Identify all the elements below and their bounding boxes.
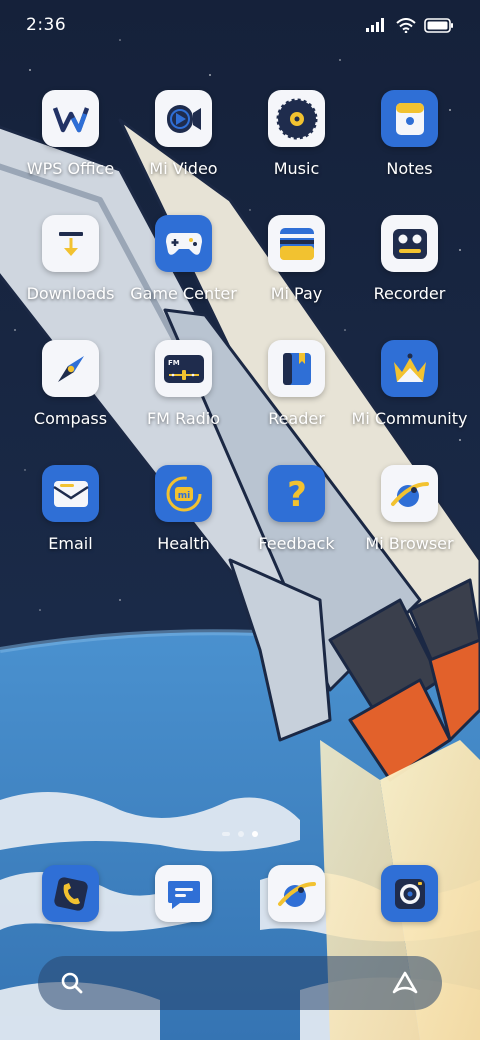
fm-radio-icon[interactable]: FM: [155, 340, 212, 397]
app-downloads[interactable]: Downloads: [14, 215, 127, 340]
app-wps-office[interactable]: WPS Office: [14, 90, 127, 215]
app-compass[interactable]: Compass: [14, 340, 127, 465]
app-label: Mi Community: [351, 409, 468, 428]
compass-icon[interactable]: [42, 340, 99, 397]
dock-camera[interactable]: [353, 865, 466, 922]
search-bar[interactable]: [38, 956, 442, 1010]
assistant-icon[interactable]: [390, 970, 420, 996]
phone-icon[interactable]: [42, 865, 99, 922]
notes-icon[interactable]: [381, 90, 438, 147]
app-label: FM Radio: [146, 409, 221, 428]
app-grid: WPS Office Mi Video Music Notes Download…: [14, 90, 468, 590]
app-recorder[interactable]: Recorder: [353, 215, 466, 340]
app-label: Recorder: [373, 284, 446, 303]
mi-pay-icon[interactable]: [268, 215, 325, 272]
app-label: WPS Office: [26, 159, 115, 178]
app-music[interactable]: Music: [240, 90, 353, 215]
page-dot-3[interactable]: [252, 831, 258, 837]
app-feedback[interactable]: ? Feedback: [240, 465, 353, 590]
music-icon[interactable]: [268, 90, 325, 147]
email-icon[interactable]: [42, 465, 99, 522]
app-mi-video[interactable]: Mi Video: [127, 90, 240, 215]
app-label: Mi Pay: [270, 284, 323, 303]
dock-browser[interactable]: [240, 865, 353, 922]
reader-icon[interactable]: [268, 340, 325, 397]
downloads-icon[interactable]: [42, 215, 99, 272]
page-dot-2[interactable]: [238, 831, 244, 837]
app-notes[interactable]: Notes: [353, 90, 466, 215]
app-label: Music: [273, 159, 320, 178]
wps-office-icon[interactable]: [42, 90, 99, 147]
feedback-icon-text: ?: [287, 475, 307, 513]
mi-browser-icon[interactable]: [381, 465, 438, 522]
app-fm-radio[interactable]: FM FM Radio: [127, 340, 240, 465]
battery-icon: [424, 17, 453, 33]
app-label: Downloads: [26, 284, 115, 303]
fm-icon-text: FM: [168, 359, 180, 367]
app-label: Email: [48, 534, 93, 553]
app-label: Health: [157, 534, 210, 553]
page-indicator[interactable]: [0, 831, 480, 837]
search-icon[interactable]: [60, 971, 84, 995]
app-mi-pay[interactable]: Mi Pay: [240, 215, 353, 340]
app-health[interactable]: mi Health: [127, 465, 240, 590]
dock-phone[interactable]: [14, 865, 127, 922]
app-label: Game Center: [130, 284, 237, 303]
status-time: 2:36: [26, 15, 67, 35]
dock: [14, 865, 466, 922]
app-label: Notes: [386, 159, 433, 178]
app-label: Compass: [33, 409, 108, 428]
messages-icon[interactable]: [155, 865, 212, 922]
app-label: Mi Video: [149, 159, 218, 178]
app-label: Feedback: [258, 534, 335, 553]
app-label: Mi Browser: [365, 534, 454, 553]
health-icon-text: mi: [177, 491, 189, 501]
mi-video-icon[interactable]: [155, 90, 212, 147]
app-mi-browser[interactable]: Mi Browser: [353, 465, 466, 590]
status-icons: [366, 17, 454, 33]
signal-icon: [366, 18, 384, 32]
camera-icon[interactable]: [381, 865, 438, 922]
page-dot-1[interactable]: [222, 832, 230, 836]
game-center-icon[interactable]: [155, 215, 212, 272]
health-icon[interactable]: mi: [155, 465, 212, 522]
app-game-center[interactable]: Game Center: [127, 215, 240, 340]
dock-messages[interactable]: [127, 865, 240, 922]
app-reader[interactable]: Reader: [240, 340, 353, 465]
wifi-icon: [396, 17, 416, 33]
app-email[interactable]: Email: [14, 465, 127, 590]
mi-community-icon[interactable]: [381, 340, 438, 397]
recorder-icon[interactable]: [381, 215, 438, 272]
app-label: Reader: [268, 409, 325, 428]
feedback-icon[interactable]: ?: [268, 465, 325, 522]
app-mi-community[interactable]: Mi Community: [351, 340, 468, 465]
status-bar: 2:36: [0, 0, 480, 50]
browser-icon[interactable]: [268, 865, 325, 922]
